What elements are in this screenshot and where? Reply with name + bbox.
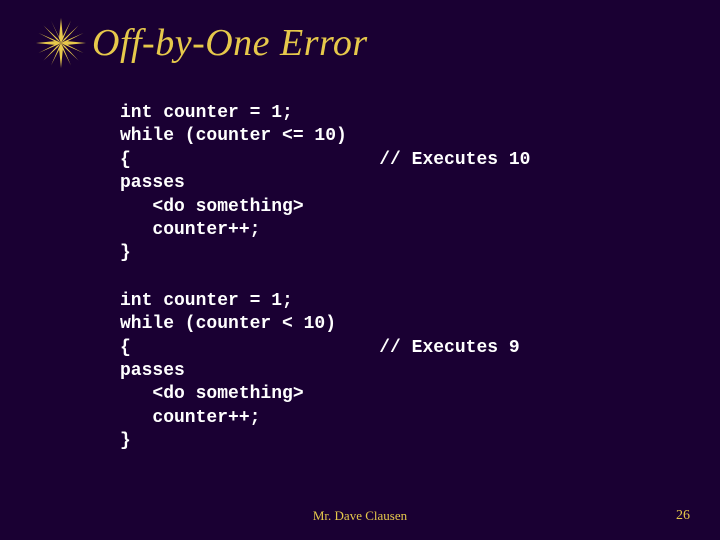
title-row: Off-by-One Error [0,18,720,68]
slide: Off-by-One Error int counter = 1; while … [0,0,720,540]
footer-author: Mr. Dave Clausen [0,508,720,524]
code-block-2: int counter = 1; while (counter < 10) { … [120,290,720,454]
starburst-icon [36,18,86,68]
page-number: 26 [676,508,690,524]
code-block-1: int counter = 1; while (counter <= 10) {… [120,102,720,266]
slide-title: Off-by-One Error [92,21,368,65]
